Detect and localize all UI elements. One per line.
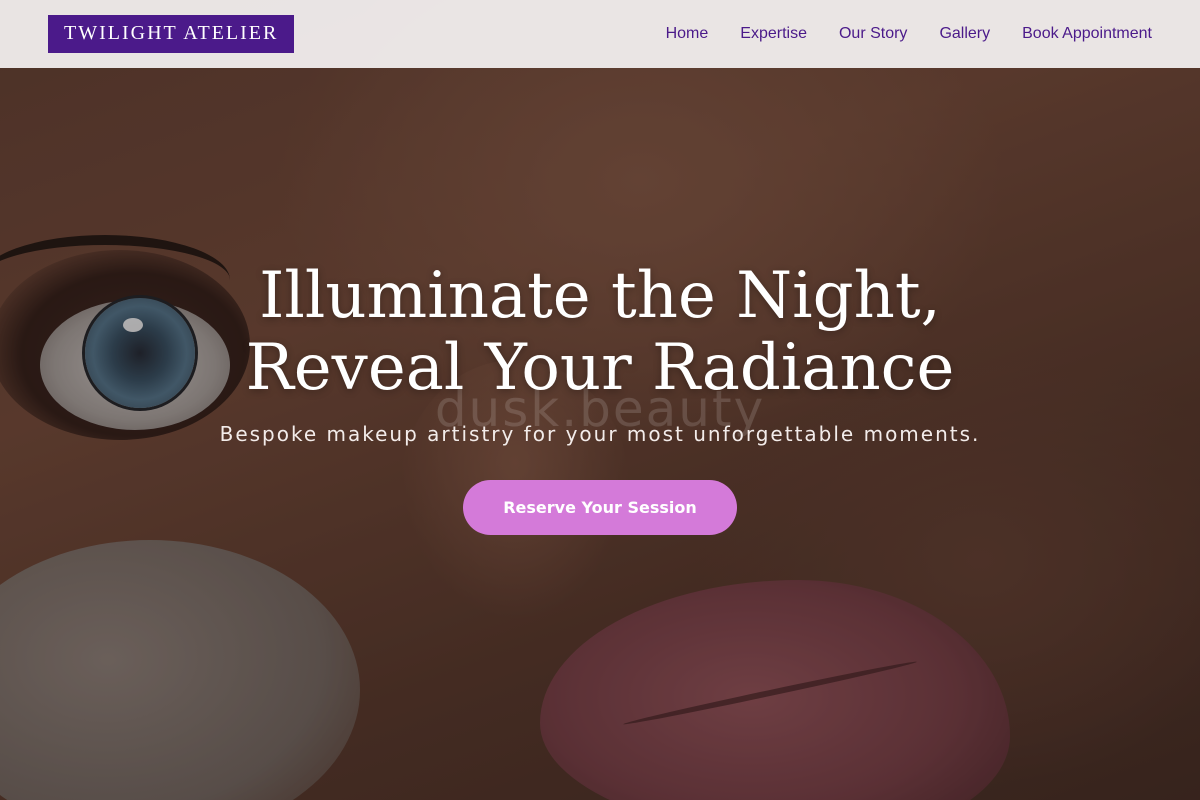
hero-headline: Illuminate the Night, Reveal Your Radian… [0,260,1200,404]
main-nav: Home Expertise Our Story Gallery Book Ap… [634,25,1152,43]
hero-subheadline: Bespoke makeup artistry for your most un… [219,422,981,446]
hero-headline-line2: Reveal Your Radiance [245,331,955,405]
nav-link-our-story[interactable]: Our Story [839,25,907,43]
hero-headline-line1: Illuminate the Night, [259,259,941,333]
nav-link-home[interactable]: Home [666,25,709,43]
nav-link-book-appointment[interactable]: Book Appointment [1022,25,1152,43]
brand-logo[interactable]: TWILIGHT ATELIER [48,15,295,53]
hero-content: Illuminate the Night, Reveal Your Radian… [0,260,1200,535]
reserve-session-button[interactable]: Reserve Your Session [463,480,737,535]
nav-link-expertise[interactable]: Expertise [740,25,807,43]
nav-link-gallery[interactable]: Gallery [939,25,990,43]
site-header: TWILIGHT ATELIER Home Expertise Our Stor… [0,0,1200,68]
